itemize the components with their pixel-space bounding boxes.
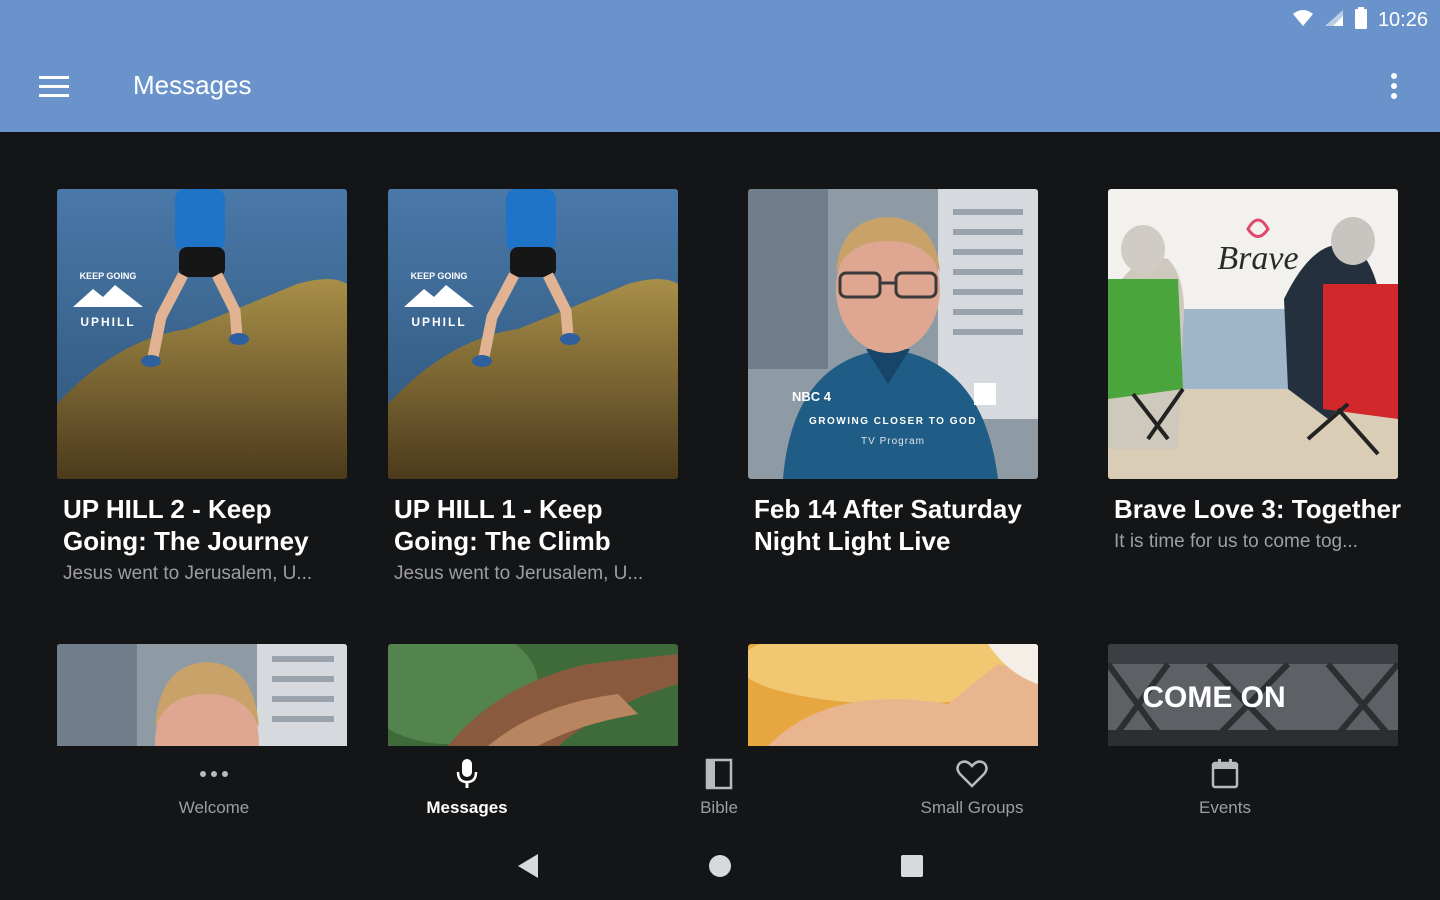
microphone-icon xyxy=(451,758,483,790)
message-card-thumbnail[interactable] xyxy=(388,644,678,746)
nav-label: Welcome xyxy=(178,798,250,817)
menu-icon xyxy=(39,76,69,97)
card-title: Brave Love 3: Together xyxy=(1114,494,1402,524)
signal-icon xyxy=(1324,9,1344,32)
overlay-text: COME ON xyxy=(1142,681,1285,714)
logo-arc-text: KEEP GOING xyxy=(411,271,468,281)
logo-text: UPHILL xyxy=(411,315,466,329)
logo-arc-text: KEEP GOING xyxy=(80,271,137,281)
bottom-navigation: Welcome Messages Bible Small Groups Even… xyxy=(0,746,1440,826)
message-card-thumbnail[interactable] xyxy=(748,644,1038,746)
nav-item-welcome[interactable]: Welcome xyxy=(134,746,294,826)
card-title: UP HILL 1 - Keep Going: The Climb xyxy=(394,494,611,556)
nav-item-messages[interactable]: Messages xyxy=(387,746,547,826)
book-icon xyxy=(703,758,735,790)
status-time: 10:26 xyxy=(1377,8,1428,31)
more-vert-icon xyxy=(1391,73,1397,99)
app-bar: 10:26 Messages xyxy=(0,0,1440,132)
message-thumbnail: NBC 4 GROWING CLOSER TO GOD TV Program xyxy=(748,189,1038,479)
message-thumbnail: Brave xyxy=(1108,189,1398,479)
recents-square-icon xyxy=(901,855,923,877)
nav-label: Bible xyxy=(700,798,738,817)
logo-text: UPHILL xyxy=(80,315,135,329)
message-card-thumbnail[interactable] xyxy=(57,644,347,746)
overlay-text: GROWING CLOSER TO GOD xyxy=(809,416,977,427)
back-button[interactable] xyxy=(508,848,548,884)
message-thumbnail: KEEP GOING UPHILL xyxy=(388,189,678,479)
battery-icon xyxy=(1354,6,1368,34)
heart-icon xyxy=(956,758,988,790)
overlay-subtext: TV Program xyxy=(861,436,925,447)
nav-label: Events xyxy=(1199,798,1251,817)
nav-item-small-groups[interactable]: Small Groups xyxy=(892,746,1052,826)
nav-label: Messages xyxy=(426,798,508,817)
network-logo: NBC 4 xyxy=(792,389,832,404)
calendar-icon xyxy=(1209,758,1241,790)
card-subtitle: Jesus went to Jerusalem, U... xyxy=(394,563,644,584)
hamburger-menu-button[interactable] xyxy=(28,64,80,108)
overflow-menu-button[interactable] xyxy=(1372,64,1416,108)
message-card-thumbnail[interactable]: COME ON xyxy=(1108,644,1398,746)
card-subtitle: Jesus went to Jerusalem, U... xyxy=(63,563,313,584)
home-button[interactable] xyxy=(700,848,740,884)
nav-label: Small Groups xyxy=(920,798,1024,817)
card-title: Feb 14 After Saturday Night Light Live xyxy=(754,494,1022,556)
nav-item-events[interactable]: Events xyxy=(1145,746,1305,826)
wifi-icon xyxy=(1292,9,1314,32)
message-thumbnail: KEEP GOING UPHILL xyxy=(57,189,347,479)
card-title: UP HILL 2 - Keep Going: The Journey xyxy=(63,494,309,556)
card-subtitle: It is time for us to come tog... xyxy=(1114,531,1358,552)
page-title: Messages xyxy=(133,70,252,100)
status-bar: 10:26 xyxy=(1292,6,1428,34)
home-circle-icon xyxy=(709,855,731,877)
system-navigation-bar xyxy=(0,826,1440,900)
recents-button[interactable] xyxy=(892,848,932,884)
script-title: Brave xyxy=(1217,240,1298,277)
more-horiz-icon xyxy=(198,758,230,790)
back-triangle-icon xyxy=(518,854,538,878)
nav-item-bible[interactable]: Bible xyxy=(639,746,799,826)
